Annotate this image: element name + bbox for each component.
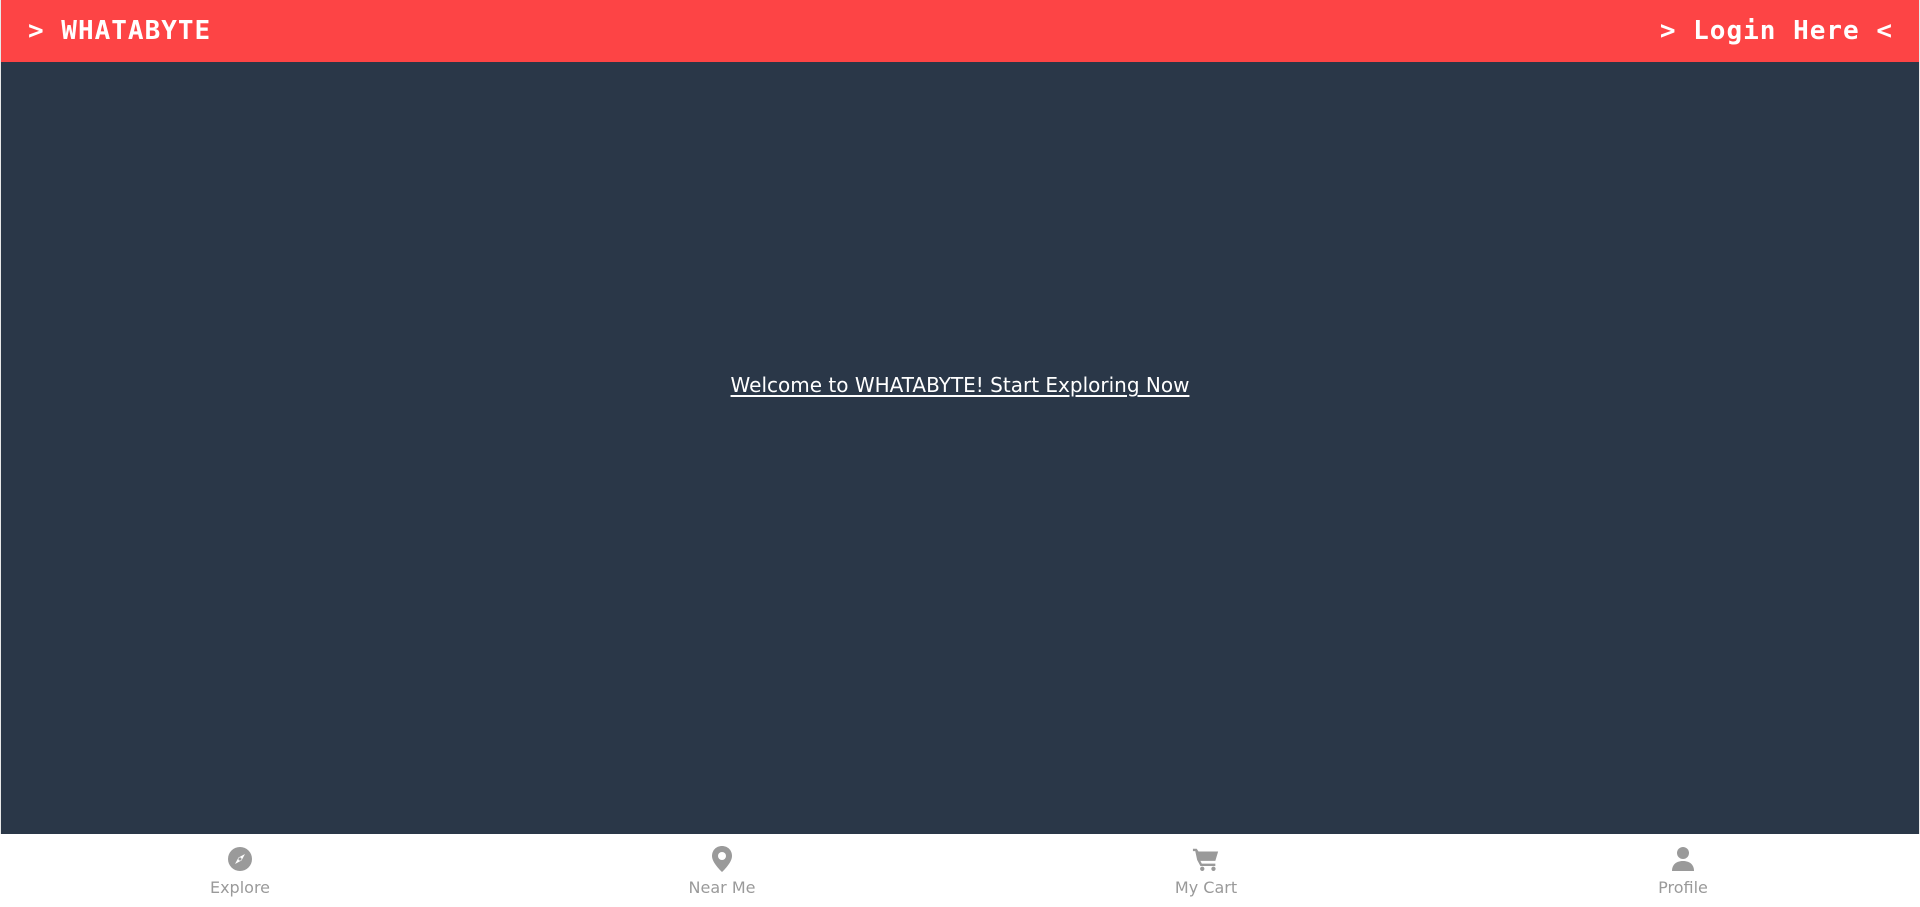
map-pin-icon — [708, 845, 736, 873]
user-icon — [1669, 845, 1697, 873]
top-navigation-bar: > WHATABYTE > Login Here < — [0, 0, 1920, 62]
tab-profile[interactable]: Profile — [1603, 834, 1763, 907]
tab-my-cart-label: My Cart — [1174, 878, 1238, 897]
shopping-cart-icon — [1192, 845, 1220, 873]
bottom-tab-bar: Explore Near Me My Cart Profile — [0, 834, 1920, 907]
tab-near-me-label: Near Me — [688, 878, 756, 897]
welcome-explore-link[interactable]: Welcome to WHATABYTE! Start Exploring No… — [0, 373, 1920, 397]
compass-icon — [226, 845, 254, 873]
app-page: > WHATABYTE > Login Here < Welcome to WH… — [0, 0, 1920, 907]
main-content — [0, 62, 1920, 834]
tab-my-cart[interactable]: My Cart — [1126, 834, 1286, 907]
brand-logo-link[interactable]: > WHATABYTE — [28, 16, 211, 46]
welcome-link-text[interactable]: Welcome to WHATABYTE! Start Exploring No… — [731, 373, 1190, 397]
login-link[interactable]: > Login Here < — [1660, 16, 1893, 46]
tab-near-me[interactable]: Near Me — [642, 834, 802, 907]
tab-explore-label: Explore — [209, 878, 271, 897]
tab-explore[interactable]: Explore — [160, 834, 320, 907]
tab-profile-label: Profile — [1658, 878, 1708, 897]
